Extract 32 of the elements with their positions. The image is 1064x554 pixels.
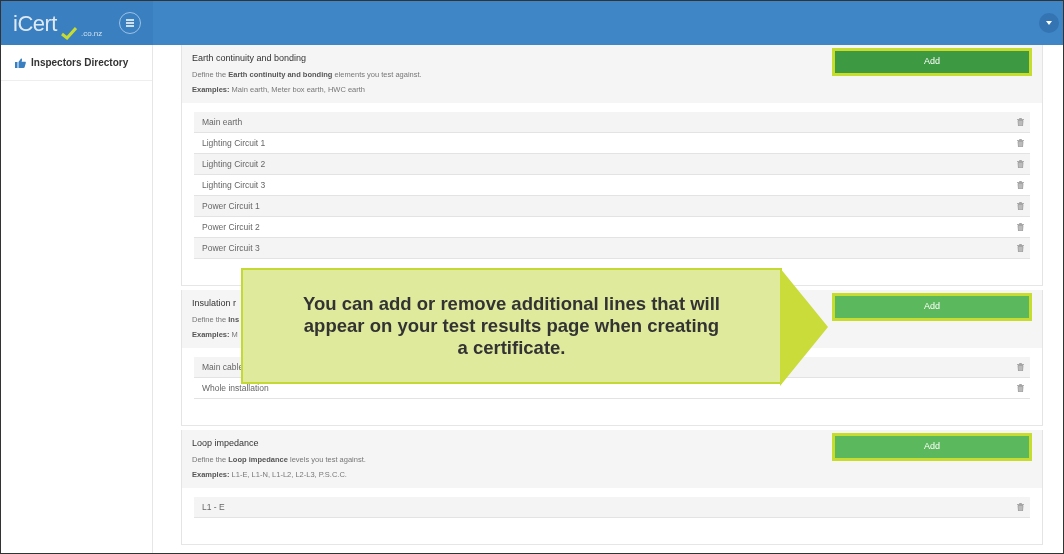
section-title: Loop impedance	[192, 437, 260, 450]
list-item-label: Power Circuit 3	[202, 241, 260, 255]
list-item-label: L1 - E	[202, 500, 225, 514]
trash-icon[interactable]	[1017, 181, 1024, 189]
list-item-label: Lighting Circuit 3	[202, 178, 266, 192]
list-item-label: Main earth	[202, 115, 243, 129]
add-button[interactable]: Add	[835, 436, 1029, 458]
trash-icon[interactable]	[1017, 384, 1024, 392]
trash-icon[interactable]	[1017, 503, 1024, 511]
trash-icon[interactable]	[1017, 160, 1024, 168]
list-item-label: Power Circuit 2	[202, 220, 260, 234]
trash-icon[interactable]	[1017, 118, 1024, 126]
add-button[interactable]: Add	[835, 296, 1029, 318]
checkmark-icon	[60, 26, 77, 40]
trash-icon[interactable]	[1017, 223, 1024, 231]
trash-icon[interactable]	[1017, 363, 1024, 371]
list-item-label: Power Circuit 1	[202, 199, 260, 213]
brand-logo: iCert .co.nz	[13, 9, 103, 40]
menu-icon	[125, 19, 135, 27]
dropdown-button[interactable]	[1039, 13, 1059, 33]
caret-icon	[1046, 21, 1052, 25]
list-item-label: Lighting Circuit 2	[202, 157, 266, 171]
list-item-label: Whole installation	[202, 381, 269, 395]
trash-icon[interactable]	[1017, 139, 1024, 147]
trash-icon[interactable]	[1017, 202, 1024, 210]
callout-text: You can add or remove additional lines that will appear on your test results page when creating a certificate.	[303, 292, 720, 360]
trash-icon[interactable]	[1017, 244, 1024, 252]
add-button[interactable]: Add	[835, 51, 1029, 73]
thumbs-up-icon	[15, 57, 26, 68]
section-title: Insulation r	[192, 297, 238, 310]
list-item-label: Lighting Circuit 1	[202, 136, 266, 150]
section-title: Earth continuity and bonding	[192, 52, 308, 65]
